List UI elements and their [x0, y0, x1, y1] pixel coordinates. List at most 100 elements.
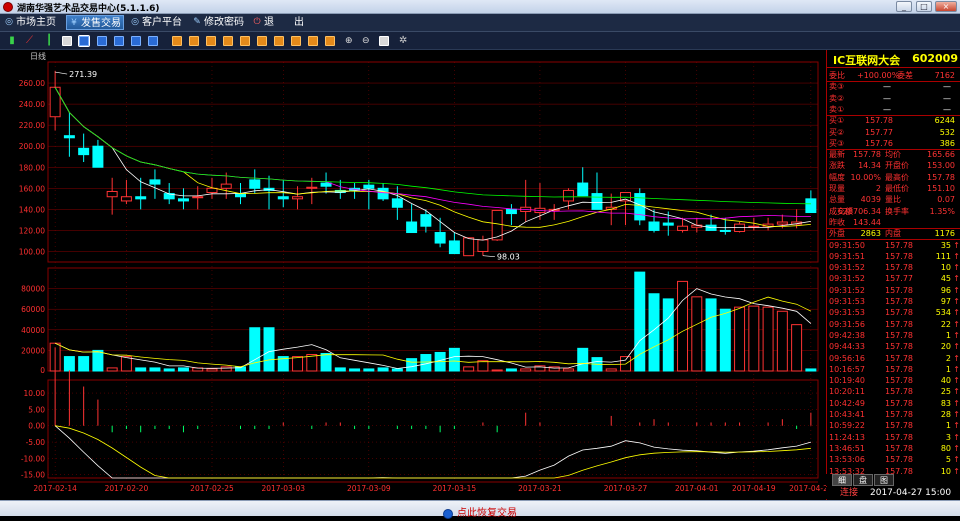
tab-chart[interactable]: 图: [874, 474, 894, 486]
volume-bar: [691, 296, 703, 372]
tick-row: 13:53:06 157.78 5 ↑: [829, 455, 960, 465]
volume-bar: [220, 366, 232, 372]
candle-body: [120, 196, 132, 202]
candle-body: [420, 214, 432, 227]
period-5-icon[interactable]: [240, 36, 250, 46]
osc-tick-label: -5.00: [26, 438, 46, 447]
volume-bar: [377, 367, 389, 372]
window-icon[interactable]: [62, 36, 72, 46]
date-tick-label: 2017-02-25: [190, 484, 234, 493]
candle-body: [805, 198, 817, 214]
tick-row: 09:42:38 157.78 1 ↑: [829, 330, 960, 340]
period-10-icon[interactable]: [325, 36, 335, 46]
menu-trading[interactable]: ¥ 发售交易: [66, 15, 124, 30]
price-tick-label: 220.00: [19, 121, 45, 130]
tool-b1-icon[interactable]: [97, 36, 107, 46]
line-chart-icon[interactable]: ⟋: [26, 36, 36, 46]
candle-body: [149, 179, 161, 185]
volume-bar: [363, 368, 375, 372]
ask-row: 卖② — —: [829, 93, 951, 103]
date-tick-label: 2017-04-19: [732, 484, 776, 493]
stat-row: 涨跌 14.34 开盘价 153.00: [829, 161, 955, 171]
tool-b2-icon[interactable]: [114, 36, 124, 46]
kline-chart[interactable]: 100.00 120.00 140.00 160.00 180.00 200.00 220.…: [0, 50, 826, 500]
tick-row: 10:20:11 157.78 25 ↑: [829, 387, 960, 397]
zoom-out-icon[interactable]: ⊖: [362, 36, 372, 46]
bar-chart-icon[interactable]: ▮: [7, 36, 17, 46]
menu-market-home[interactable]: ◎ 市场主页: [2, 15, 64, 30]
maximize-button[interactable]: □: [916, 1, 932, 12]
candle-body: [78, 147, 90, 156]
volume-bar: [349, 368, 361, 372]
candle-body: [106, 190, 118, 198]
date-tick-label: 2017-04-27: [789, 484, 826, 493]
stat-row: 总量 4039 量比 0.07: [829, 195, 955, 205]
candle-icon[interactable]: ┃: [44, 36, 54, 46]
volume-bar: [562, 368, 574, 372]
edit-icon: ✎: [193, 17, 201, 27]
resume-trading-link[interactable]: 点此恢复交易: [443, 506, 517, 521]
candle-body: [192, 196, 204, 199]
menu-change-password[interactable]: ✎ 修改密码: [190, 15, 250, 30]
candle-body: [391, 198, 403, 208]
minimize-button[interactable]: _: [896, 1, 912, 12]
zoom-in-icon[interactable]: ⊕: [345, 36, 355, 46]
price-tick-label: 180.00: [19, 163, 45, 172]
period-8-icon[interactable]: [291, 36, 301, 46]
menu-exit[interactable]: ⏻ 退 出: [250, 15, 306, 30]
volume-tick-label: 60000: [21, 305, 45, 314]
volume-bar: [306, 354, 318, 372]
volume-bar: [505, 368, 517, 372]
volume-bar: [149, 367, 161, 372]
price-tick-label: 100.00: [19, 247, 45, 256]
candle-body: [177, 198, 189, 202]
volume-bar: [334, 367, 346, 372]
kline-tool-icon[interactable]: [78, 35, 90, 47]
bid-row: 买① 157.78 6244: [829, 116, 955, 126]
menu-bar: ◎ 市场主页 ¥ 发售交易 ◎ 客户平台 ✎ 修改密码 ⏻ 退 出: [0, 14, 960, 32]
client-icon: ◎: [131, 17, 139, 27]
candle-body: [206, 187, 218, 194]
bid-row: 买③ 157.76 386: [829, 138, 955, 148]
candle-body: [776, 221, 788, 225]
period-2-icon[interactable]: [189, 36, 199, 46]
volume-bar: [776, 310, 788, 372]
osc-tick-label: 10.00: [24, 389, 46, 398]
candle-body: [377, 187, 389, 200]
period-4-icon[interactable]: [223, 36, 233, 46]
quote-title: IC互联网大会 602009: [827, 50, 960, 68]
date-tick-label: 2017-03-03: [261, 484, 305, 493]
menu-client-platform[interactable]: ◎ 客户平台: [128, 15, 188, 30]
power-icon: ⏻: [253, 17, 261, 27]
draw-icon[interactable]: [379, 36, 389, 46]
tick-row: 11:24:13 157.78 3 ↑: [829, 432, 960, 442]
volume-bar: [391, 368, 403, 372]
volume-bar: [92, 349, 104, 372]
resume-icon: [443, 509, 453, 519]
tool-b3-icon[interactable]: [131, 36, 141, 46]
price-tick-label: 240.00: [19, 100, 45, 109]
stat-row: 昨收 143.44: [829, 217, 881, 227]
tick-row: 09:31:56 157.78 22 ↑: [829, 319, 960, 329]
candle-body: [92, 145, 104, 168]
candle-body: [677, 225, 689, 231]
tab-orderbook[interactable]: 盘: [853, 474, 873, 486]
period-7-icon[interactable]: [274, 36, 284, 46]
close-button[interactable]: ×: [935, 1, 957, 12]
tab-detail[interactable]: 细: [832, 474, 852, 486]
tool-b4-icon[interactable]: [148, 36, 158, 46]
osc-tick-label: 5.00: [28, 405, 45, 414]
volume-bar: [577, 347, 589, 372]
quote-panel: IC互联网大会 602009 委比 +100.00% 委差 7162 卖③ — — 卖② — — 卖…: [826, 50, 960, 509]
period-9-icon[interactable]: [308, 36, 318, 46]
period-1-icon[interactable]: [172, 36, 182, 46]
candle-body: [49, 86, 61, 118]
date-tick-label: 2017-03-21: [518, 484, 562, 493]
bid-row: 买② 157.77 532: [829, 127, 955, 137]
volume-bar: [634, 271, 646, 372]
connection-status: 连接: [840, 488, 859, 498]
gear-icon[interactable]: ✲: [399, 36, 409, 46]
period-3-icon[interactable]: [206, 36, 216, 46]
period-6-icon[interactable]: [257, 36, 267, 46]
price-tick-label: 260.00: [19, 79, 45, 88]
